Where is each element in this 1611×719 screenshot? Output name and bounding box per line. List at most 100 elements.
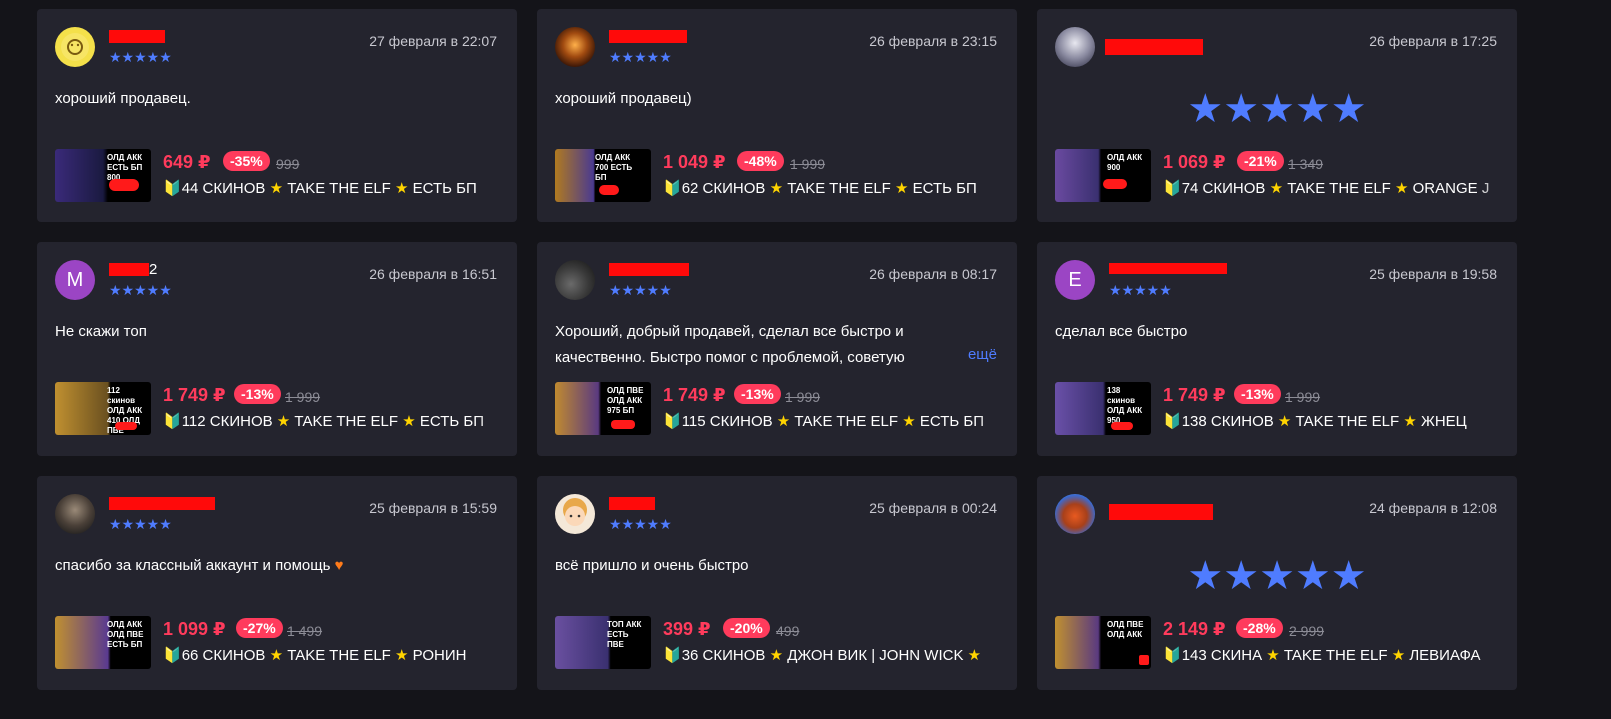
product-thumbnail[interactable]: ОЛД АКК 700 ЕСТЬ БП xyxy=(555,149,651,202)
product-title[interactable]: 🔰138 СКИНОВ ★ TAKE THE ELF ★ ЖНЕЦ xyxy=(1163,412,1503,430)
beginner-icon: 🔰 xyxy=(163,413,182,430)
thumbnail-caption: 138 скинов ОЛД АКК 950 xyxy=(1107,386,1143,425)
star-icon: ★ xyxy=(1269,180,1284,197)
product-thumbnail[interactable]: ОЛД АКК 900 xyxy=(1055,149,1151,202)
rating-stars: ★★★★★ xyxy=(109,516,172,532)
beginner-icon: 🔰 xyxy=(163,180,182,197)
old-price: 2 999 xyxy=(1289,623,1325,639)
review-card: ★★★★★ 25 февраля в 00:24 всё пришло и оч… xyxy=(537,476,1017,690)
avatar[interactable] xyxy=(55,494,95,534)
username-redacted[interactable] xyxy=(1105,39,1203,55)
star-icon: ★ xyxy=(769,180,784,197)
star-icon: ★ xyxy=(269,180,284,197)
username-redacted[interactable] xyxy=(109,497,215,510)
discount-badge: -28% xyxy=(1236,618,1283,638)
product-title[interactable]: 🔰62 СКИНОВ ★ TAKE THE ELF ★ ЕСТЬ БП xyxy=(663,179,1003,197)
star-icon: ★ xyxy=(395,180,409,197)
avatar[interactable]: E xyxy=(1055,260,1095,300)
review-card: 24 февраля в 12:08 ★★★★★ ОЛД ПВЕ ОЛД АКК… xyxy=(1037,476,1517,690)
price: 1 069 ₽ xyxy=(1163,152,1226,172)
username-redacted[interactable] xyxy=(609,263,689,276)
username-redacted[interactable] xyxy=(1109,263,1227,274)
username-suffix: 2 xyxy=(149,261,158,278)
star-icon: ★ xyxy=(902,413,916,430)
product-title[interactable]: 🔰115 СКИНОВ ★ TAKE THE ELF ★ ЕСТЬ БП xyxy=(663,412,1003,430)
review-date: 25 февраля в 19:58 xyxy=(1369,266,1497,282)
review-date: 25 февраля в 00:24 xyxy=(869,500,997,516)
product-thumbnail[interactable]: ТОП АКК ЕСТЬ ПВЕ xyxy=(555,616,651,669)
username-redacted[interactable] xyxy=(609,30,687,43)
username-redacted[interactable] xyxy=(1109,504,1213,520)
avatar[interactable]: M xyxy=(55,260,95,300)
product-thumbnail[interactable]: 138 скинов ОЛД АКК 950 xyxy=(1055,382,1151,435)
product-thumbnail[interactable]: 112 скинов ОЛД АКК 410 ОЛД ПВЕ xyxy=(55,382,151,435)
review-text: всё пришло и очень быстро xyxy=(555,557,749,574)
price: 1 749 ₽ xyxy=(1163,385,1226,405)
rating-stars: ★★★★★ xyxy=(609,516,672,532)
old-price: 1 999 xyxy=(285,389,321,405)
product-thumbnail[interactable]: ОЛД ПВЕ ОЛД АКК 975 БП xyxy=(555,382,651,435)
price: 1 749 ₽ xyxy=(163,385,226,405)
review-card: ★★★★★ 27 февраля в 22:07 хороший продаве… xyxy=(37,9,517,222)
old-price: 1 999 xyxy=(790,156,826,172)
username-redacted[interactable] xyxy=(109,30,165,43)
avatar[interactable] xyxy=(555,494,595,534)
price: 399 ₽ xyxy=(663,619,711,639)
username-redacted[interactable] xyxy=(109,263,149,276)
star-icon: ★ xyxy=(1403,413,1417,430)
title-fade xyxy=(1477,642,1517,668)
discount-badge: -20% xyxy=(723,618,770,638)
beginner-icon: 🔰 xyxy=(1163,647,1182,664)
price: 1 749 ₽ xyxy=(663,385,726,405)
title-fade xyxy=(1477,175,1517,201)
thumbnail-caption: ОЛД АКК 900 xyxy=(1107,153,1143,172)
star-icon: ★ xyxy=(276,413,291,430)
product-title[interactable]: 🔰66 СКИНОВ ★ TAKE THE ELF ★ РОНИН xyxy=(163,646,503,664)
title-fade xyxy=(977,175,1017,201)
avatar[interactable] xyxy=(555,260,595,300)
avatar[interactable] xyxy=(55,27,95,67)
title-fade xyxy=(477,175,517,201)
discount-badge: -13% xyxy=(1234,384,1281,404)
thumbnail-caption: ОЛД ПВЕ ОЛД АКК 975 БП xyxy=(607,386,644,415)
thumbnail-caption: ОЛД АКК 700 ЕСТЬ БП xyxy=(595,153,633,182)
star-icon: ★ xyxy=(769,647,784,664)
avatar-letter: M xyxy=(66,268,84,291)
thumbnail-caption: ТОП АКК ЕСТЬ ПВЕ xyxy=(607,620,642,649)
review-text: Не скажи топ xyxy=(55,323,147,340)
rating-stars: ★★★★★ xyxy=(109,282,172,298)
rating-stars: ★★★★★ xyxy=(109,49,172,65)
review-card: E ★★★★★ 25 февраля в 19:58 сделал все бы… xyxy=(1037,242,1517,456)
product-title[interactable]: 🔰112 СКИНОВ ★ TAKE THE ELF ★ ЕСТЬ БП xyxy=(163,412,503,430)
beginner-icon: 🔰 xyxy=(1163,413,1182,430)
price: 1 099 ₽ xyxy=(163,619,226,639)
avatar[interactable] xyxy=(1055,494,1095,534)
review-card: 26 февраля в 17:25 ★★★★★ ОЛД АКК 900 1 0… xyxy=(1037,9,1517,222)
review-date: 26 февраля в 16:51 xyxy=(369,266,497,282)
star-icon: ★ xyxy=(1391,647,1406,664)
review-card: ★★★★★ 26 февраля в 08:17 Хороший, добрый… xyxy=(537,242,1017,456)
price: 2 149 ₽ xyxy=(1163,619,1226,639)
show-more-link[interactable]: ещё xyxy=(955,346,997,363)
product-thumbnail[interactable]: ОЛД АКК ОЛД ПВЕ ЕСТЬ БП xyxy=(55,616,151,669)
avatar[interactable] xyxy=(555,27,595,67)
product-title[interactable]: 🔰36 СКИНОВ ★ ДЖОН ВИК | JOHN WICK ★ xyxy=(663,646,1003,664)
username-redacted[interactable] xyxy=(609,497,655,510)
price: 1 049 ₽ xyxy=(663,152,726,172)
product-title[interactable]: 🔰143 СКИНА ★ TAKE THE ELF ★ ЛЕВИАФА xyxy=(1163,646,1503,664)
product-title[interactable]: 🔰44 СКИНОВ ★ TAKE THE ELF ★ ЕСТЬ БП xyxy=(163,179,503,197)
thumbnail-caption: ОЛД АКК ОЛД ПВЕ ЕСТЬ БП xyxy=(107,620,144,649)
product-title[interactable]: 🔰74 СКИНОВ ★ TAKE THE ELF ★ ORANGE J xyxy=(1163,179,1503,197)
avatar-letter: E xyxy=(1068,268,1082,291)
product-thumbnail[interactable]: ОЛД АКК ЕСТЬ БП 800 xyxy=(55,149,151,202)
product-thumbnail[interactable]: ОЛД ПВЕ ОЛД АКК xyxy=(1055,616,1151,669)
review-text: хороший продавец) xyxy=(555,90,692,107)
title-fade xyxy=(477,642,517,668)
rating-stars: ★★★★★ xyxy=(609,282,672,298)
old-price: 499 xyxy=(776,623,800,639)
title-fade xyxy=(477,408,517,434)
star-icon: ★ xyxy=(1277,413,1292,430)
sun-face-icon xyxy=(61,33,89,61)
avatar[interactable] xyxy=(1055,27,1095,67)
discount-badge: -27% xyxy=(236,618,283,638)
